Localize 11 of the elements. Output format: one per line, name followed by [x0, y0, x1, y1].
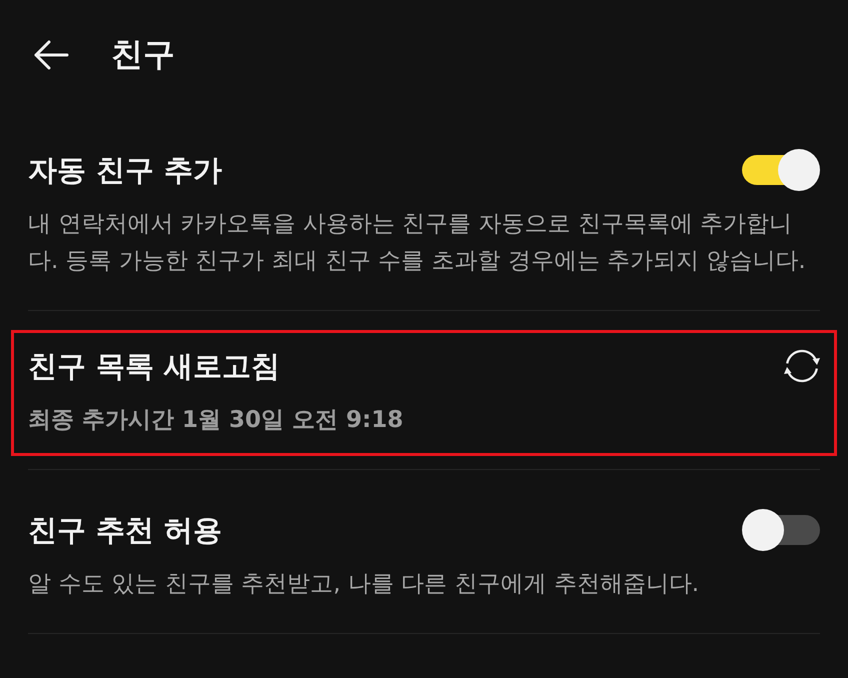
setting-title: 친구 목록 새로고침 [28, 348, 280, 385]
setting-title: 친구 추천 허용 [28, 512, 222, 549]
back-button[interactable] [33, 40, 69, 70]
setting-description: 최종 추가시간 1월 30일 오전 9:18 [28, 406, 404, 435]
page-title: 친구 [111, 34, 175, 75]
setting-description: 알 수도 있는 친구를 추천받고, 나를 다른 친구에게 추천해줍니다. [28, 570, 700, 599]
setting-description: 내 연락처에서 카카오톡을 사용하는 친구를 자동으로 친구목록에 추가합니다. 등록 가능한 친구가 최대 친구 수를 초과할 경우에는 추가되지 않습니다. [28, 210, 807, 276]
toggle-switch[interactable] [742, 149, 820, 191]
setting-title: 자동 친구 추가 [28, 152, 222, 189]
toggle-switch[interactable] [742, 509, 820, 551]
arrow-left-icon [33, 40, 69, 70]
